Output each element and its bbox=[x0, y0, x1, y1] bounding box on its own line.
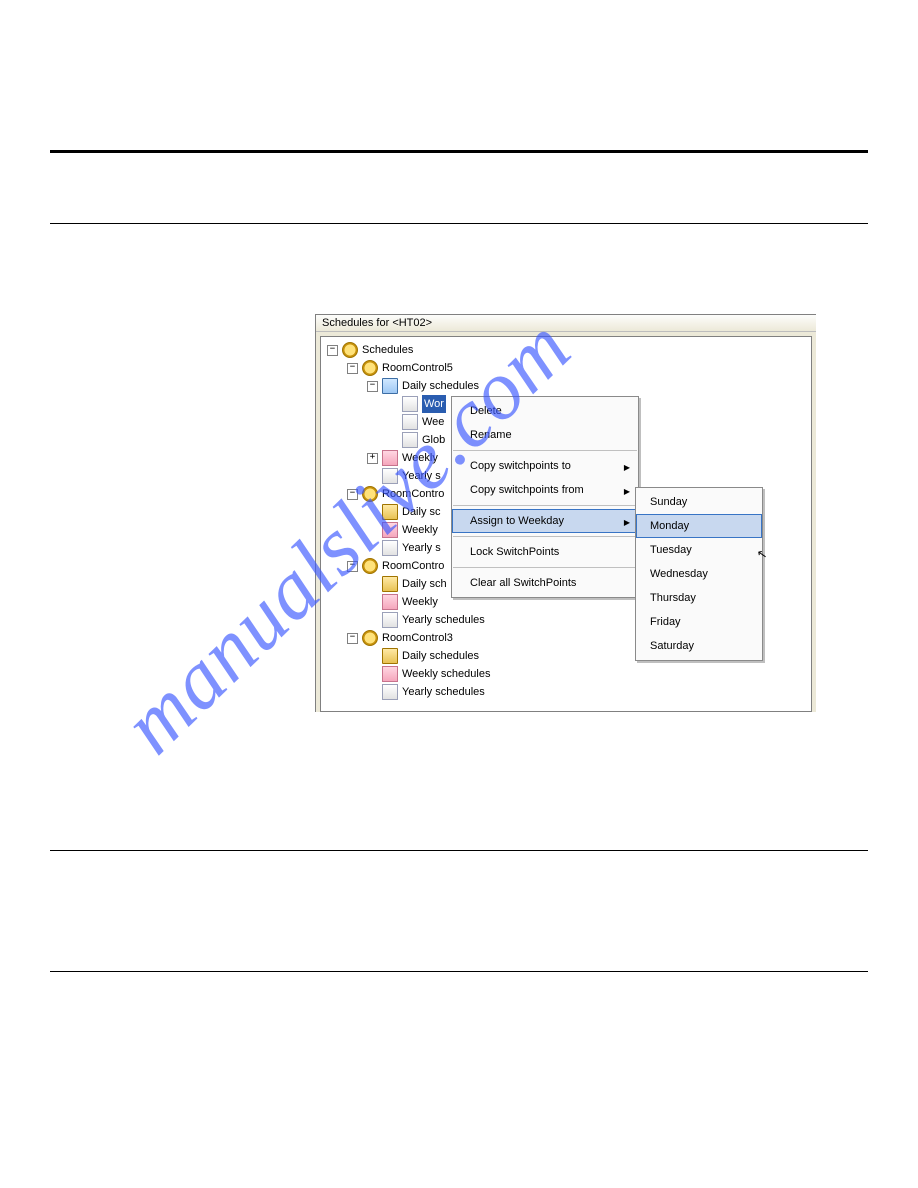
context-menu[interactable]: Delete Rename Copy switchpoints to Copy … bbox=[451, 396, 639, 598]
tree-label: Weekly bbox=[402, 593, 438, 611]
clock-icon bbox=[342, 342, 358, 358]
expander-icon[interactable]: + bbox=[367, 453, 378, 464]
menu-separator bbox=[453, 536, 637, 537]
tree-label: Weekly bbox=[402, 521, 438, 539]
menu-copy-to[interactable]: Copy switchpoints to bbox=[452, 454, 638, 478]
schedules-window: Schedules for <HT02> − Schedules − RoomC… bbox=[315, 314, 816, 712]
item-icon bbox=[382, 468, 398, 484]
folder-icon bbox=[382, 504, 398, 520]
tree-label: Wor bbox=[422, 395, 446, 413]
menu-lock-switchpoints[interactable]: Lock SwitchPoints bbox=[452, 540, 638, 564]
divider-thick-top bbox=[50, 150, 868, 153]
tree-label: RoomContro bbox=[382, 485, 444, 503]
tree-item[interactable]: − RoomControl5 bbox=[323, 359, 809, 377]
item-icon bbox=[382, 684, 398, 700]
menu-assign-weekday[interactable]: Assign to Weekday bbox=[452, 509, 638, 533]
clock-icon bbox=[362, 486, 378, 502]
divider-thin-2 bbox=[50, 850, 868, 851]
item-icon bbox=[402, 432, 418, 448]
submenu-monday-label: Monday bbox=[650, 520, 689, 532]
menu-separator bbox=[453, 567, 637, 568]
menu-copy-from[interactable]: Copy switchpoints from bbox=[452, 478, 638, 502]
item-icon bbox=[382, 522, 398, 538]
menu-separator bbox=[453, 450, 637, 451]
submenu-tuesday[interactable]: Tuesday bbox=[636, 538, 762, 562]
item-icon bbox=[402, 396, 418, 412]
window-title: Schedules for <HT02> bbox=[316, 315, 816, 332]
tree-label: Yearly schedules bbox=[402, 683, 485, 701]
tree-view[interactable]: − Schedules − RoomControl5 − Daily sched… bbox=[320, 336, 812, 712]
item-icon bbox=[402, 414, 418, 430]
weekday-submenu[interactable]: Sunday Monday ↖ Tuesday Wednesday Thursd… bbox=[635, 487, 763, 661]
menu-clear-switchpoints[interactable]: Clear all SwitchPoints bbox=[452, 571, 638, 595]
tree-root[interactable]: − Schedules bbox=[323, 341, 809, 359]
expander-icon[interactable]: − bbox=[327, 345, 338, 356]
tree-label: RoomContro bbox=[382, 557, 444, 575]
tree-root-label: Schedules bbox=[362, 341, 413, 359]
expander-icon[interactable]: − bbox=[347, 633, 358, 644]
folder-icon bbox=[382, 648, 398, 664]
folder-icon bbox=[382, 576, 398, 592]
expander-icon[interactable]: − bbox=[347, 561, 358, 572]
tree-label: RoomControl5 bbox=[382, 359, 453, 377]
tree-connector bbox=[387, 400, 398, 409]
tree-label: Weekly bbox=[402, 449, 438, 467]
tree-label: Daily sch bbox=[402, 575, 447, 593]
tree-label: Yearly s bbox=[402, 539, 441, 557]
tree-label: Daily schedules bbox=[402, 377, 479, 395]
divider-thin-1 bbox=[50, 223, 868, 224]
tree-label: Yearly schedules bbox=[402, 611, 485, 629]
submenu-thursday[interactable]: Thursday bbox=[636, 586, 762, 610]
item-icon bbox=[382, 594, 398, 610]
menu-separator bbox=[453, 505, 637, 506]
item-icon bbox=[382, 666, 398, 682]
tree-label: Daily sc bbox=[402, 503, 441, 521]
tree-label: Glob bbox=[422, 431, 445, 449]
tree-label: Yearly s bbox=[402, 467, 441, 485]
tree-label: Wee bbox=[422, 413, 444, 431]
folder-open-icon bbox=[382, 378, 398, 394]
menu-delete[interactable]: Delete bbox=[452, 399, 638, 423]
submenu-saturday[interactable]: Saturday bbox=[636, 634, 762, 658]
submenu-sunday[interactable]: Sunday bbox=[636, 490, 762, 514]
tree-item[interactable]: Weekly schedules bbox=[323, 665, 809, 683]
tree-item[interactable]: Yearly schedules bbox=[323, 683, 809, 701]
menu-rename[interactable]: Rename bbox=[452, 423, 638, 447]
expander-icon[interactable]: − bbox=[347, 489, 358, 500]
tree-label: Weekly schedules bbox=[402, 665, 490, 683]
submenu-wednesday[interactable]: Wednesday bbox=[636, 562, 762, 586]
item-icon bbox=[382, 612, 398, 628]
item-icon bbox=[382, 540, 398, 556]
clock-icon bbox=[362, 558, 378, 574]
submenu-friday[interactable]: Friday bbox=[636, 610, 762, 634]
tree-label: RoomControl3 bbox=[382, 629, 453, 647]
submenu-monday[interactable]: Monday ↖ bbox=[636, 514, 762, 538]
clock-icon bbox=[362, 360, 378, 376]
item-icon bbox=[382, 450, 398, 466]
clock-icon bbox=[362, 630, 378, 646]
expander-icon[interactable]: − bbox=[367, 381, 378, 392]
tree-label: Daily schedules bbox=[402, 647, 479, 665]
divider-thin-3 bbox=[50, 971, 868, 972]
tree-item[interactable]: − Daily schedules bbox=[323, 377, 809, 395]
expander-icon[interactable]: − bbox=[347, 363, 358, 374]
